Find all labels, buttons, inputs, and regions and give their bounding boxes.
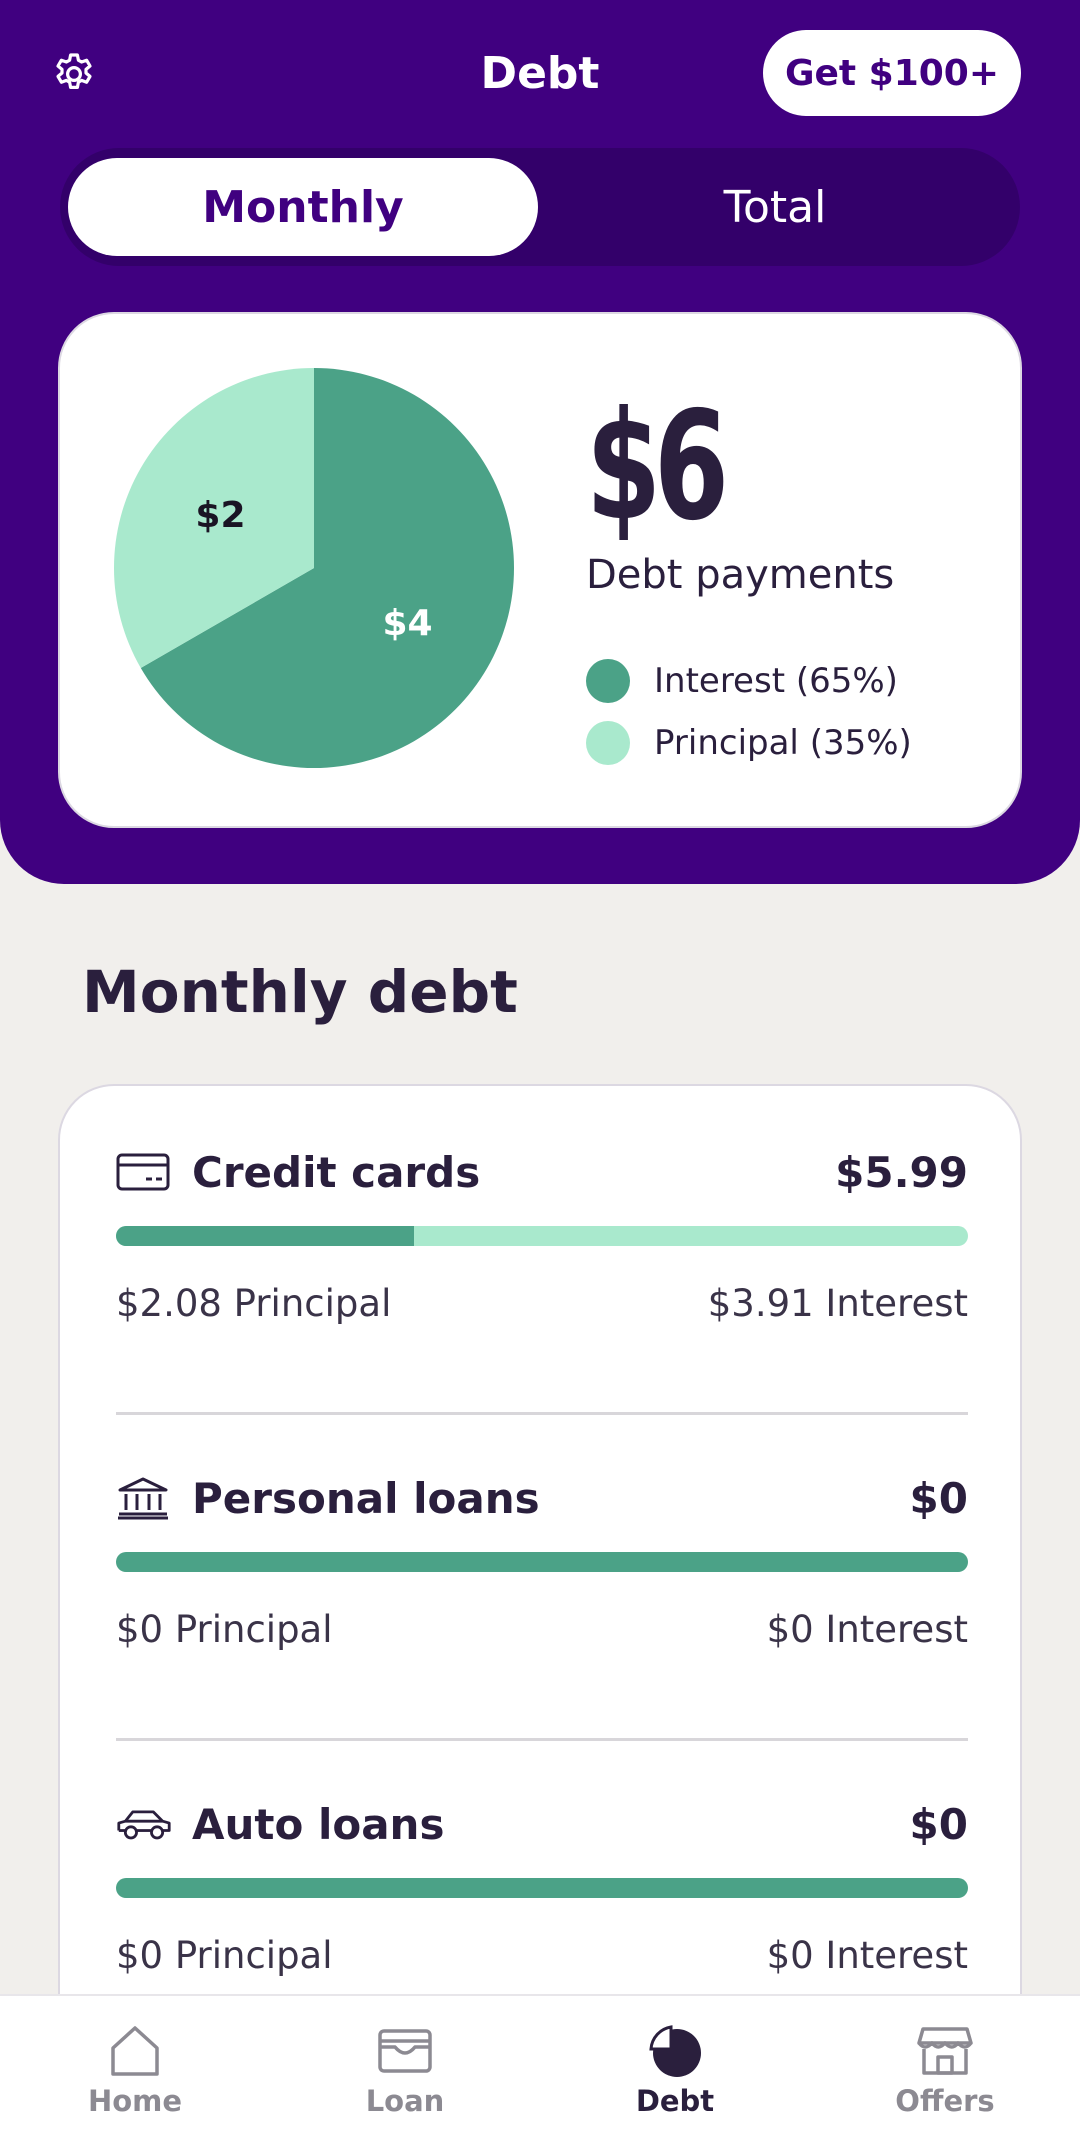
- debt-row-credit-cards[interactable]: Credit cards $5.99 $2.08 Principal $3.91…: [116, 1142, 968, 1325]
- debt-row-auto-loans[interactable]: Auto loans $0 $0 Principal $0 Interest: [116, 1794, 968, 1977]
- debt-progress-bar: [116, 1226, 968, 1246]
- debt-amount: $0: [909, 1800, 968, 1849]
- legend-label-interest: Interest (65%): [654, 661, 898, 701]
- get-100-button[interactable]: Get $100+: [763, 30, 1021, 116]
- pie-label-principal: $2: [195, 495, 245, 536]
- monthly-debt-card: Credit cards $5.99 $2.08 Principal $3.91…: [58, 1084, 1022, 2137]
- nav-debt[interactable]: Debt: [575, 2020, 775, 2118]
- legend-label-principal: Principal (35%): [654, 723, 912, 763]
- legend-item-principal: Principal (35%): [586, 712, 912, 774]
- principal-fill: [116, 1552, 968, 1572]
- store-icon: [845, 2020, 1045, 2082]
- nav-label: Home: [87, 2084, 183, 2118]
- nav-home[interactable]: Home: [35, 2020, 235, 2118]
- pie-label-interest: $4: [382, 603, 432, 644]
- nav-label: Debt: [635, 2084, 715, 2118]
- divider: [116, 1412, 968, 1415]
- debt-total-amount: $6: [586, 380, 729, 554]
- home-icon: [35, 2020, 235, 2082]
- debt-row-personal-loans[interactable]: Personal loans $0 $0 Principal $0 Intere…: [116, 1468, 968, 1651]
- pie-legend: Interest (65%) Principal (35%): [586, 650, 912, 774]
- debt-progress-bar: [116, 1552, 968, 1572]
- interest-label: $0 Interest: [766, 1934, 968, 1977]
- debt-name: Personal loans: [192, 1473, 540, 1523]
- debt-total-label: Debt payments: [586, 552, 895, 598]
- principal-fill: [116, 1878, 968, 1898]
- tab-monthly[interactable]: Monthly: [68, 158, 538, 256]
- section-title: Monthly debt: [82, 958, 518, 1026]
- principal-fill: [116, 1226, 415, 1246]
- debt-name: Credit cards: [192, 1147, 481, 1197]
- wallet-icon: [305, 2020, 505, 2082]
- debt-amount: $5.99: [835, 1148, 968, 1197]
- legend-item-interest: Interest (65%): [586, 650, 912, 712]
- car-icon: [116, 1804, 172, 1844]
- bottom-nav: Home Loan Debt Offers: [0, 1994, 1080, 2137]
- period-toggle: Monthly Total: [60, 148, 1020, 266]
- legend-dot-interest: [586, 659, 630, 703]
- debt-name: Auto loans: [192, 1799, 445, 1849]
- debt-progress-bar: [116, 1878, 968, 1898]
- bank-icon: [116, 1477, 172, 1520]
- interest-label: $0 Interest: [766, 1608, 968, 1651]
- nav-offers[interactable]: Offers: [845, 2020, 1045, 2118]
- credit-card-icon: [116, 1152, 172, 1192]
- debt-summary-card: $4 $2 $6 Debt payments Interest (65%) Pri…: [58, 312, 1022, 828]
- interest-label: $3.91 Interest: [707, 1282, 968, 1325]
- legend-dot-principal: [586, 721, 630, 765]
- nav-label: Loan: [365, 2084, 445, 2118]
- pie-chart-icon: [575, 2020, 775, 2082]
- debt-amount: $0: [909, 1474, 968, 1523]
- divider: [116, 1738, 968, 1741]
- header: Debt Get $100+ Monthly Total $4 $2 $6 Deb…: [0, 0, 1080, 884]
- nav-label: Offers: [895, 2084, 995, 2118]
- tab-total[interactable]: Total: [540, 158, 1010, 256]
- debt-pie-chart: $4 $2: [114, 368, 514, 768]
- principal-label: $0 Principal: [116, 1934, 333, 1977]
- principal-label: $2.08 Principal: [116, 1282, 392, 1325]
- nav-loan[interactable]: Loan: [305, 2020, 505, 2118]
- principal-label: $0 Principal: [116, 1608, 333, 1651]
